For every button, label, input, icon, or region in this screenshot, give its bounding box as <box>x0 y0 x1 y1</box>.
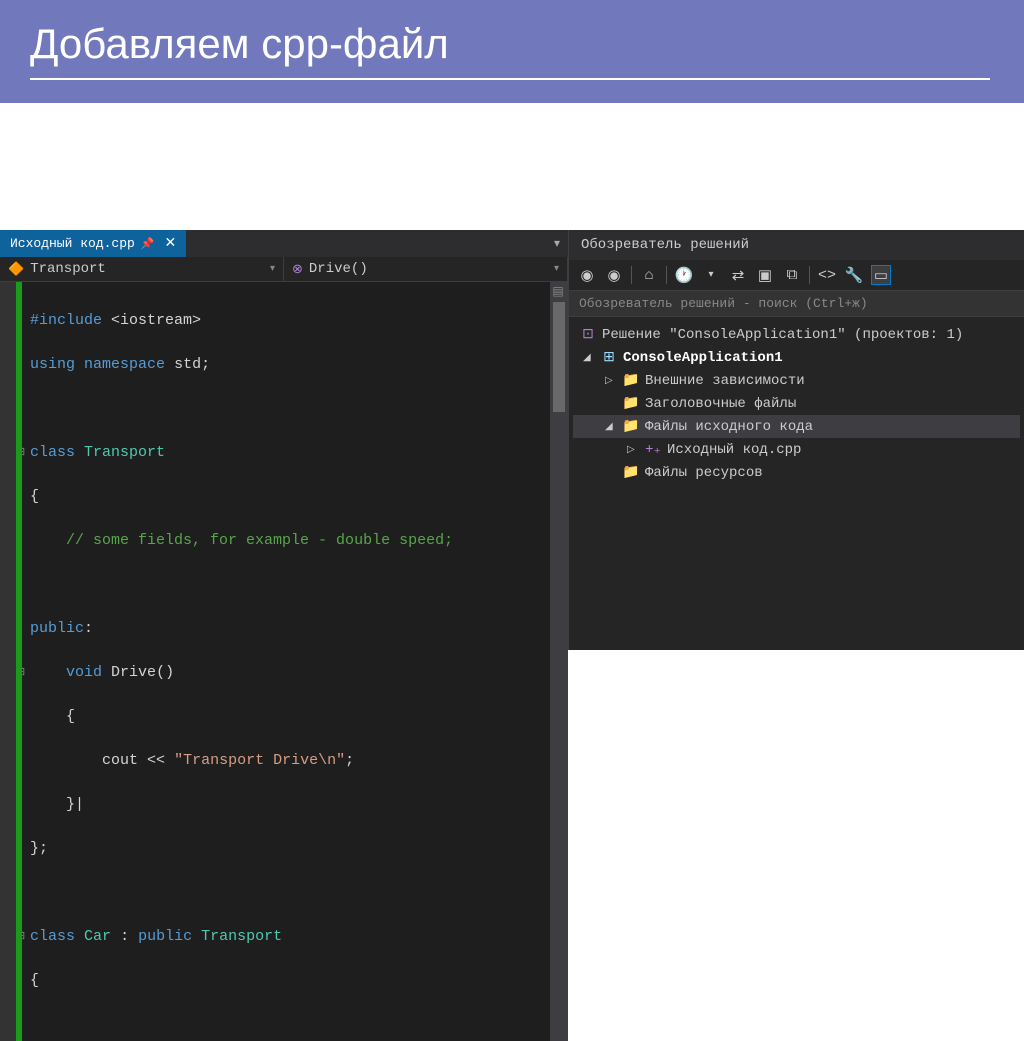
expand-icon[interactable]: ▷ <box>605 375 617 387</box>
vertical-scrollbar[interactable]: ▤ <box>550 282 568 1041</box>
expand-icon[interactable]: ▷ <box>627 444 639 456</box>
editor-tab-active[interactable]: Исходный код.cpp 📌 ✕ <box>0 230 186 257</box>
cpp-file-icon: +₊ <box>644 441 662 458</box>
solution-icon: ⊡ <box>579 326 597 343</box>
collapse-icon[interactable]: ⧉ <box>782 265 802 285</box>
tree-label: ConsoleApplication1 <box>623 350 783 366</box>
tab-dropdown-icon[interactable]: ▾ <box>546 236 568 251</box>
fold-icon[interactable]: ⊟ <box>22 926 25 948</box>
history-icon[interactable]: 🕐 <box>674 265 694 285</box>
slide-divider <box>30 78 990 80</box>
home-icon[interactable]: ⌂ <box>639 265 659 285</box>
forward-icon[interactable]: ◉ <box>604 265 624 285</box>
preview-icon[interactable]: ▭ <box>871 265 891 285</box>
tree-label: Файлы ресурсов <box>645 465 763 481</box>
folder-icon: 📁 <box>622 372 640 389</box>
tab-strip: Исходный код.cpp 📌 ✕ ▾ <box>0 230 568 257</box>
solution-explorer-title: Обозреватель решений <box>569 230 1024 260</box>
fold-icon[interactable]: ⊟ <box>22 442 25 464</box>
scrollbar-thumb[interactable] <box>553 302 565 412</box>
split-icon[interactable]: ▤ <box>550 284 566 298</box>
nav-method-label: Drive() <box>309 261 368 277</box>
tree-sources[interactable]: ◢ 📁 Файлы исходного кода <box>573 415 1020 438</box>
expand-icon[interactable]: ◢ <box>605 421 617 433</box>
expand-icon[interactable]: ◢ <box>583 352 595 364</box>
pin-icon[interactable]: 📌 <box>141 237 155 251</box>
folder-icon: 📁 <box>622 464 640 481</box>
close-icon[interactable]: ✕ <box>165 235 177 252</box>
folder-icon: 📁 <box>622 418 640 435</box>
back-icon[interactable]: ◉ <box>577 265 597 285</box>
tree-solution[interactable]: ⊡ Решение "ConsoleApplication1" (проекто… <box>573 323 1020 346</box>
method-icon: ⊗ <box>292 262 303 277</box>
tree-headers[interactable]: 📁 Заголовочные файлы <box>573 392 1020 415</box>
class-icon: 🔶 <box>8 262 24 277</box>
dropdown-icon[interactable]: ▾ <box>701 265 721 285</box>
solution-tree: ⊡ Решение "ConsoleApplication1" (проекто… <box>569 317 1024 490</box>
code-body[interactable]: #include <iostream> using namespace std;… <box>22 282 550 1041</box>
show-all-icon[interactable]: ▣ <box>755 265 775 285</box>
separator <box>631 266 632 284</box>
separator <box>666 266 667 284</box>
editor-pane: Исходный код.cpp 📌 ✕ ▾ 🔶 Transport ▾ ⊗ D… <box>0 230 568 650</box>
tree-external-deps[interactable]: ▷ 📁 Внешние зависимости <box>573 369 1020 392</box>
nav-class-label: Transport <box>30 261 106 277</box>
separator <box>809 266 810 284</box>
nav-method-dropdown[interactable]: ⊗ Drive() ▾ <box>284 257 568 281</box>
tree-resources[interactable]: 📁 Файлы ресурсов <box>573 461 1020 484</box>
solution-explorer-toolbar: ◉ ◉ ⌂ 🕐 ▾ ⇄ ▣ ⧉ <> 🔧 ▭ <box>569 260 1024 291</box>
tab-label: Исходный код.cpp <box>10 236 135 251</box>
tree-label: Решение "ConsoleApplication1" (проектов:… <box>602 327 963 343</box>
solution-explorer-search[interactable]: Обозреватель решений - поиск (Ctrl+ж) <box>569 291 1024 317</box>
sync-icon[interactable]: ⇄ <box>728 265 748 285</box>
tree-label: Исходный код.cpp <box>667 442 801 458</box>
solution-explorer-pane: Обозреватель решений ◉ ◉ ⌂ 🕐 ▾ ⇄ ▣ ⧉ <> … <box>568 230 1024 650</box>
tree-source-file[interactable]: ▷ +₊ Исходный код.cpp <box>573 438 1020 461</box>
slide-title: Добавляем cpp-файл <box>30 20 994 68</box>
ide-window: Исходный код.cpp 📌 ✕ ▾ 🔶 Transport ▾ ⊗ D… <box>0 230 1024 650</box>
navigation-bar: 🔶 Transport ▾ ⊗ Drive() ▾ <box>0 257 568 282</box>
properties-icon[interactable]: 🔧 <box>844 265 864 285</box>
chevron-down-icon: ▾ <box>270 263 275 275</box>
code-area[interactable]: #include <iostream> using namespace std;… <box>0 282 568 1041</box>
project-icon: ⊞ <box>600 349 618 366</box>
code-icon[interactable]: <> <box>817 265 837 285</box>
tree-label: Внешние зависимости <box>645 373 805 389</box>
tree-label: Заголовочные файлы <box>645 396 796 412</box>
tree-label: Файлы исходного кода <box>645 419 813 435</box>
folder-icon: 📁 <box>622 395 640 412</box>
nav-class-dropdown[interactable]: 🔶 Transport ▾ <box>0 257 284 281</box>
chevron-down-icon: ▾ <box>554 263 559 275</box>
slide-header: Добавляем cpp-файл <box>0 0 1024 103</box>
fold-icon[interactable]: ⊟ <box>22 662 25 684</box>
outline-margin[interactable] <box>0 282 16 1041</box>
tree-project[interactable]: ◢ ⊞ ConsoleApplication1 <box>573 346 1020 369</box>
